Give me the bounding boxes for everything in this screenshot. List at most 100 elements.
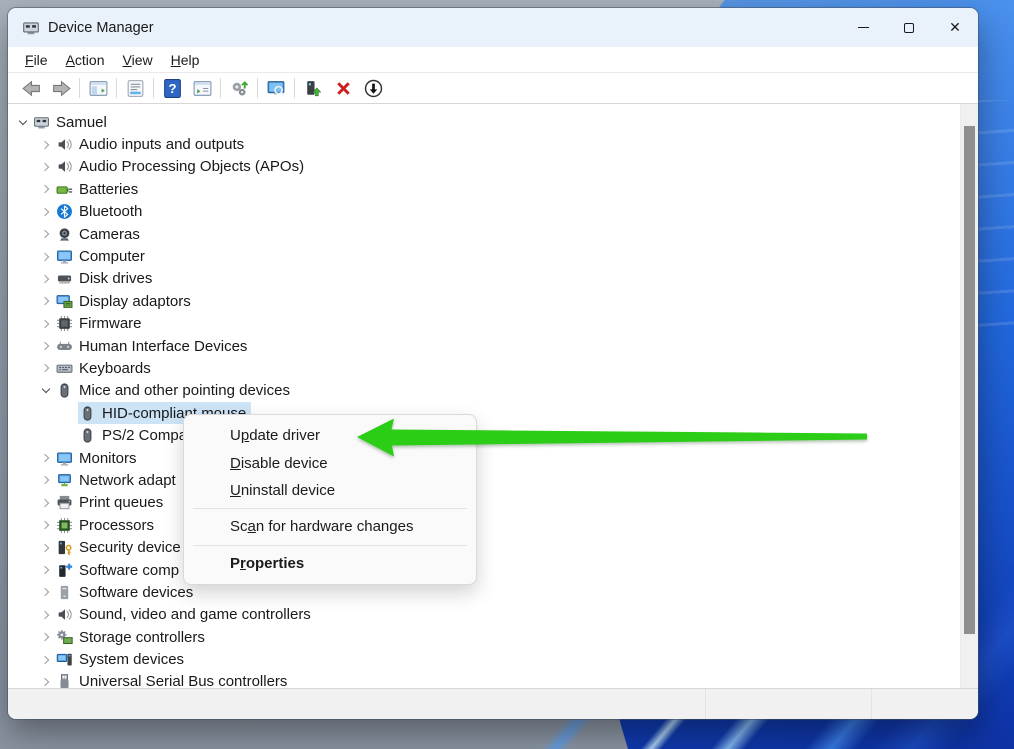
tree-item-audio-processing-objects-apos[interactable]: Audio Processing Objects (APOs) [8,156,960,178]
title-bar[interactable]: Device Manager ✕ [8,8,978,47]
twisty-icon[interactable] [37,469,55,491]
twisty-icon[interactable] [37,447,55,469]
forward-icon [51,78,72,99]
tree-item-ps-2-compa[interactable]: PS/2 Compa [8,424,960,446]
tree-item-label: Display adaptors [79,293,191,310]
tree-item-computer[interactable]: Computer [8,245,960,267]
disable-device-button[interactable] [358,75,388,101]
tree-item-label: Batteries [79,181,138,198]
close-button[interactable]: ✕ [932,8,978,47]
menu-file[interactable]: File [16,50,57,70]
scan-hardware-changes-button[interactable] [224,75,254,101]
tree-item-firmware[interactable]: Firmware [8,313,960,335]
menu-action[interactable]: Action [57,50,114,70]
properties-button[interactable] [120,75,150,101]
tree-item-keyboards[interactable]: Keyboards [8,357,960,379]
twisty-icon[interactable] [37,313,55,335]
remote-computer-icon [266,78,287,99]
tree-item-samuel[interactable]: Samuel [8,111,960,133]
tree-item-disk-drives[interactable]: Disk drives [8,268,960,290]
uninstall-device-button[interactable] [328,75,358,101]
tree-item-storage-controllers[interactable]: Storage controllers [8,626,960,648]
tree-item-label: Storage controllers [79,629,205,646]
tree-item-label: Bluetooth [79,203,142,220]
update-driver-button[interactable] [298,75,328,101]
twisty-icon[interactable] [37,245,55,267]
twisty-icon[interactable] [37,626,55,648]
tree-item-label: Human Interface Devices [79,338,247,355]
twisty-icon[interactable] [37,559,55,581]
twisty-icon[interactable] [37,514,55,536]
tree-item-hid-compliant-mouse[interactable]: HID-compliant mouse [8,402,960,424]
menu-item-uninstall-device[interactable]: Uninstall device [184,477,476,504]
menu-item-update-driver[interactable]: Update driver [184,422,476,449]
tree-item-sound-video-and-game-controllers[interactable]: Sound, video and game controllers [8,604,960,626]
tree-item-batteries[interactable]: Batteries [8,178,960,200]
tree-item-label: Audio inputs and outputs [79,136,244,153]
tree-item-monitors[interactable]: Monitors [8,447,960,469]
tree-item-bluetooth[interactable]: Bluetooth [8,201,960,223]
back-button[interactable] [16,75,46,101]
twisty-icon[interactable] [37,178,55,200]
twisty-icon[interactable] [37,201,55,223]
twisty-icon[interactable] [37,581,55,603]
twisty-icon[interactable] [37,133,55,155]
window-title: Device Manager [48,20,154,36]
tree-item-software-comp[interactable]: Software comp [8,559,960,581]
speaker-icon [56,136,73,153]
maximize-button[interactable] [886,8,932,47]
menu-separator [193,508,467,509]
menu-view[interactable]: View [114,50,162,70]
tree-item-audio-inputs-and-outputs[interactable]: Audio inputs and outputs [8,133,960,155]
monitor-icon [56,450,73,467]
tree-item-label: Network adapt [79,472,176,489]
tree-item-mice-and-other-pointing-devices[interactable]: Mice and other pointing devices [8,380,960,402]
tree-item-human-interface-devices[interactable]: Human Interface Devices [8,335,960,357]
twisty-icon [60,402,78,424]
minimize-button[interactable] [840,8,886,47]
twisty-icon[interactable] [37,492,55,514]
twisty-icon[interactable] [37,648,55,670]
tree-item-print-queues[interactable]: Print queues [8,492,960,514]
tree-item-label: Print queues [79,494,163,511]
twisty-icon[interactable] [37,380,55,402]
tree-item-system-devices[interactable]: System devices [8,648,960,670]
status-bar [8,688,978,719]
tree-item-cameras[interactable]: Cameras [8,223,960,245]
tree-item-label: System devices [79,651,184,668]
tree-item-network-adapt[interactable]: Network adapt [8,469,960,491]
twisty-icon[interactable] [37,604,55,626]
twisty-icon[interactable] [37,290,55,312]
tree-item-label: Disk drives [79,270,152,287]
pc-icon [33,114,50,131]
tree-item-display-adaptors[interactable]: Display adaptors [8,290,960,312]
forward-button[interactable] [46,75,76,101]
tree-item-processors[interactable]: Processors [8,514,960,536]
help-button[interactable]: ? [157,75,187,101]
menu-item-scan-hardware-changes[interactable]: Scan for hardware changes [184,513,476,540]
storage-icon [56,629,73,646]
twisty-icon[interactable] [37,223,55,245]
display-adapter-icon [56,293,73,310]
hid-icon [56,338,73,355]
tree-item-label: Audio Processing Objects (APOs) [79,158,304,175]
twisty-icon[interactable] [14,111,32,133]
remote-computer-button[interactable] [261,75,291,101]
twisty-icon[interactable] [37,536,55,558]
action-pane-button[interactable] [187,75,217,101]
tree-item-security-device[interactable]: Security device [8,536,960,558]
twisty-icon[interactable] [37,357,55,379]
vertical-scrollbar[interactable] [960,104,978,688]
twisty-icon[interactable] [37,671,55,688]
menu-item-disable-device[interactable]: Disable device [184,449,476,476]
tree-item-software-devices[interactable]: Software devices [8,581,960,603]
show-console-tree-button[interactable] [83,75,113,101]
tree-item-universal-serial-bus-controllers[interactable]: Universal Serial Bus controllers [8,671,960,688]
twisty-icon[interactable] [37,156,55,178]
twisty-icon[interactable] [37,335,55,357]
menu-item-properties[interactable]: Properties [184,550,476,577]
software-component-icon [56,562,73,579]
twisty-icon[interactable] [37,268,55,290]
scrollbar-thumb[interactable] [964,126,975,634]
menu-help[interactable]: Help [162,50,209,70]
